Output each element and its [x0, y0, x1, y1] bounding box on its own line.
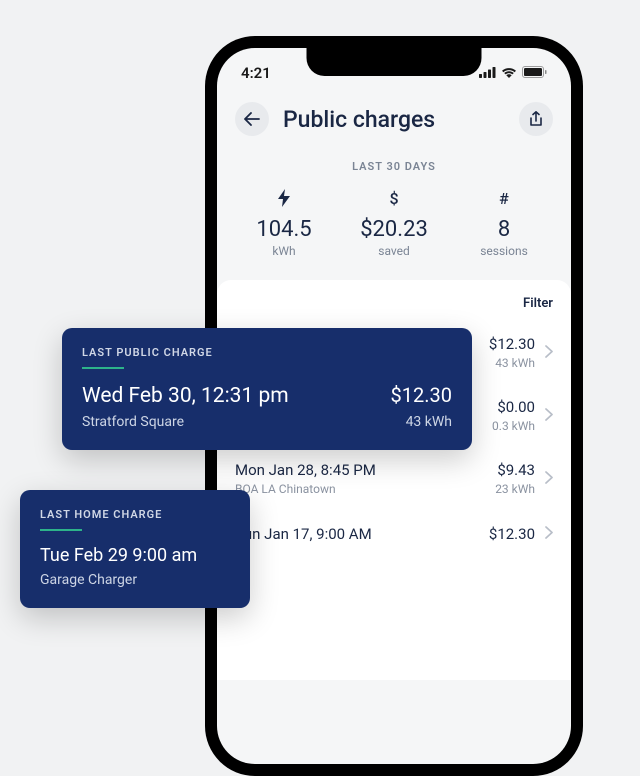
card-datetime: Tue Feb 29 9:00 am: [40, 545, 197, 566]
filter-button[interactable]: Filter: [523, 296, 553, 311]
row-price: $12.30: [489, 525, 535, 543]
chevron-right-icon: [545, 469, 553, 488]
stat-saved-value: $20.23: [339, 217, 449, 242]
last-home-charge-card: LAST HOME CHARGE Tue Feb 29 9:00 am Gara…: [20, 490, 250, 608]
wifi-icon: [501, 64, 517, 82]
stat-sessions-value: 8: [449, 217, 559, 242]
row-price: $0.00: [492, 398, 535, 416]
stat-sessions-label: sessions: [449, 244, 559, 258]
status-time: 4:21: [241, 64, 271, 82]
row-price: $9.43: [495, 461, 535, 479]
card-location: Garage Charger: [40, 572, 137, 588]
bolt-icon: [229, 189, 339, 211]
card-kwh: 43 kWh: [406, 414, 452, 430]
phone-notch: [307, 48, 482, 76]
row-location: BOA LA Chinatown: [235, 482, 376, 496]
stat-sessions: # 8 sessions: [449, 189, 559, 258]
stat-kwh: 104.5 kWh: [229, 189, 339, 258]
card-underline: [82, 367, 124, 369]
card-label: LAST PUBLIC CHARGE: [82, 346, 452, 359]
row-kwh: 43 kWh: [489, 356, 535, 370]
stat-kwh-label: kWh: [229, 244, 339, 258]
battery-icon: [522, 64, 547, 82]
share-button[interactable]: [519, 102, 553, 136]
card-underline: [40, 529, 82, 531]
chevron-right-icon: [545, 406, 553, 425]
chevron-right-icon: [545, 343, 553, 362]
card-label: LAST HOME CHARGE: [40, 508, 230, 521]
row-price: $12.30: [489, 335, 535, 353]
svg-text:#: #: [499, 189, 509, 207]
last-public-charge-card: LAST PUBLIC CHARGE Wed Feb 30, 12:31 pm …: [62, 328, 472, 450]
row-kwh: 0.3 kWh: [492, 419, 535, 433]
signal-icon: [479, 64, 496, 82]
chevron-right-icon: [545, 524, 553, 543]
row-kwh: 23 kWh: [495, 482, 535, 496]
stats-row: 104.5 kWh $ $20.23 saved # 8 sessions: [217, 189, 571, 280]
list-item[interactable]: Mon Jan 28, 8:45 PM BOA LA Chinatown $9.…: [235, 447, 553, 510]
hash-icon: #: [449, 189, 559, 211]
card-location: Stratford Square: [82, 414, 184, 430]
row-datetime: Mon Jan 28, 8:45 PM: [235, 461, 376, 479]
card-datetime: Wed Feb 30, 12:31 pm: [82, 384, 289, 408]
row-datetime: Sun Jan 17, 9:00 AM: [235, 525, 372, 543]
dollar-icon: $: [339, 189, 449, 211]
stat-kwh-value: 104.5: [229, 217, 339, 242]
list-item[interactable]: Sun Jan 17, 9:00 AM $12.30: [235, 510, 553, 557]
stat-saved: $ $20.23 saved: [339, 189, 449, 258]
page-title: Public charges: [283, 106, 435, 133]
back-button[interactable]: [235, 102, 269, 136]
page-header: Public charges: [217, 88, 571, 146]
period-label: LAST 30 DAYS: [217, 160, 571, 173]
svg-text:$: $: [389, 189, 398, 207]
card-price: $12.30: [391, 383, 452, 407]
stat-saved-label: saved: [339, 244, 449, 258]
